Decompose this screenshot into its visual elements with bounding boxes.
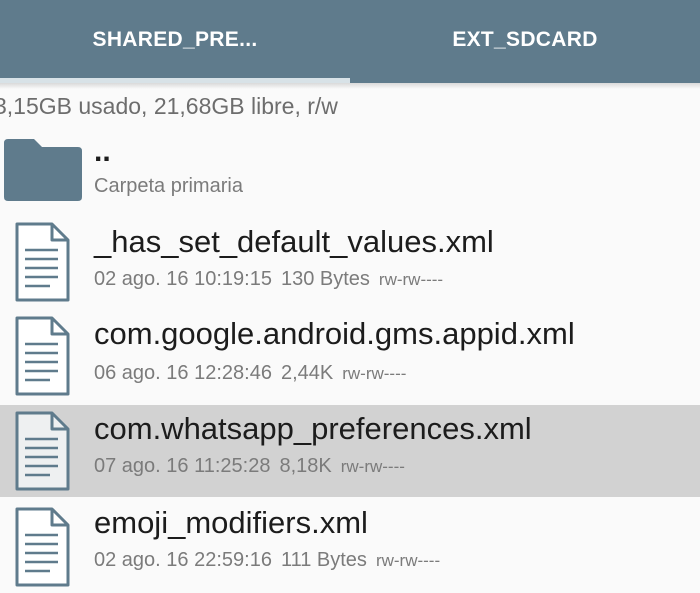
file-size: 2,44K (280, 362, 334, 384)
file-size: 130 Bytes (280, 268, 370, 290)
file-meta: 02 ago. 16 22:59:16 111 Bytes rw-rw---- (94, 549, 449, 572)
tab-label: EXT_SDCARD (452, 28, 598, 51)
parent-folder-subtitle: Carpeta primaria (94, 175, 243, 197)
file-row-selected[interactable]: com.whatsapp_preferences.xml 07 ago. 16 … (0, 405, 700, 497)
document-icon (15, 507, 70, 587)
tab-bar: SHARED_PRE... EXT_SDCARD (0, 0, 700, 83)
file-date: 07 ago. 16 11:25:28 (94, 455, 271, 477)
file-size: 111 Bytes (280, 549, 367, 571)
tab-shared-prefs[interactable]: SHARED_PRE... (0, 0, 350, 80)
file-name: _has_set_default_values.xml (94, 224, 494, 259)
file-date: 06 ago. 16 12:28:46 (94, 362, 272, 384)
file-manager-screen: SHARED_PRE... EXT_SDCARD 3,15GB usado, 2… (0, 0, 700, 593)
file-permissions: rw-rw---- (375, 551, 441, 570)
file-row[interactable]: com.google.android.gms.appid.xml 06 ago.… (0, 308, 700, 403)
file-meta: 02 ago. 16 10:19:15 130 Bytes rw-rw---- (94, 268, 452, 291)
parent-folder-name: .. (94, 135, 111, 168)
file-name: com.whatsapp_preferences.xml (94, 411, 532, 446)
storage-info: 3,15GB usado, 21,68GB libre, r/w (0, 93, 338, 119)
tab-ext-sdcard[interactable]: EXT_SDCARD (350, 0, 700, 80)
file-row[interactable]: _has_set_default_values.xml 02 ago. 16 1… (0, 216, 700, 308)
file-meta: 06 ago. 16 12:28:46 2,44K rw-rw---- (94, 362, 415, 385)
file-permissions: rw-rw---- (342, 364, 407, 383)
file-permissions: rw-rw---- (340, 457, 405, 476)
file-date: 02 ago. 16 22:59:16 (94, 549, 272, 571)
tab-label: SHARED_PRE... (92, 28, 258, 51)
file-date: 02 ago. 16 10:19:15 (94, 268, 272, 290)
file-row[interactable]: emoji_modifiers.xml 02 ago. 16 22:59:16 1… (0, 501, 700, 593)
file-meta: 07 ago. 16 11:25:28 8,18K rw-rw---- (94, 455, 414, 478)
file-name: emoji_modifiers.xml (94, 505, 368, 540)
parent-folder-row[interactable]: .. Carpeta primaria (0, 131, 700, 203)
file-permissions: rw-rw---- (378, 270, 444, 289)
document-icon (15, 411, 70, 491)
document-icon (15, 316, 70, 396)
tab-bar-shadow (0, 83, 700, 89)
file-size: 8,18K (279, 455, 332, 477)
file-name: com.google.android.gms.appid.xml (94, 316, 575, 351)
document-icon (15, 222, 70, 302)
folder-icon (4, 139, 82, 201)
